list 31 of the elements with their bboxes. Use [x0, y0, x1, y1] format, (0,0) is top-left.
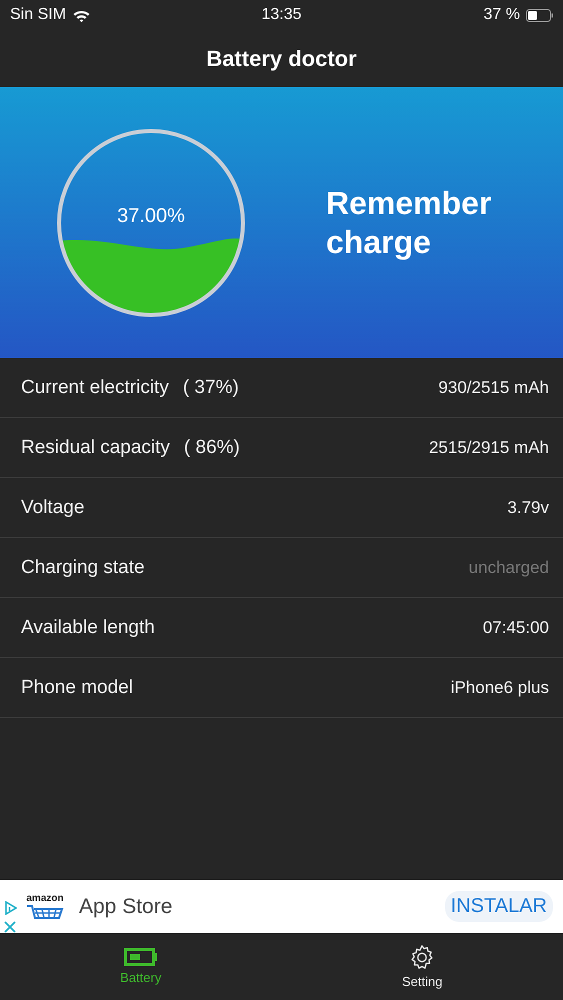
- row-value: uncharged: [468, 558, 549, 578]
- row-label: Residual capacity: [21, 436, 170, 458]
- row-value: 07:45:00: [482, 618, 549, 638]
- battery-icon: [124, 948, 158, 966]
- row-value: 2515/2915 mAh: [428, 438, 549, 458]
- row-label: Available length: [21, 616, 155, 638]
- row-value: iPhone6 plus: [450, 678, 549, 698]
- row-value: 3.79v: [507, 498, 549, 518]
- row-label: Voltage: [21, 496, 84, 518]
- battery-icon: [526, 8, 553, 22]
- tab-bar-item[interactable]: Setting: [282, 933, 563, 1000]
- row-label: Phone model: [21, 676, 133, 698]
- settings-icon: [409, 944, 436, 970]
- row-value: 930/2515 mAh: [438, 378, 549, 398]
- row-label: Charging state: [21, 556, 145, 578]
- install-button[interactable]: INSTALAR: [444, 891, 553, 922]
- cart-icon: [26, 904, 64, 920]
- clock-text: 13:35: [261, 6, 302, 24]
- ad-title: App Store: [79, 894, 174, 918]
- reminder-text: Remember charge: [326, 184, 492, 262]
- percent-text: ( 86%): [184, 436, 240, 458]
- battery-percent: 37 %: [484, 6, 520, 24]
- tab-bar-item[interactable]: Battery: [0, 933, 282, 1000]
- row-label: Current electricity: [21, 376, 169, 398]
- percent-reading: 37.00%: [117, 205, 185, 228]
- carrier-text: Sin SIM: [10, 6, 66, 24]
- screen-title: Battery doctor: [206, 46, 357, 72]
- play-icon: [4, 901, 17, 915]
- logo-text: amazon: [26, 893, 64, 904]
- percent-text: ( 37%): [182, 376, 239, 398]
- close-icon: [4, 921, 16, 933]
